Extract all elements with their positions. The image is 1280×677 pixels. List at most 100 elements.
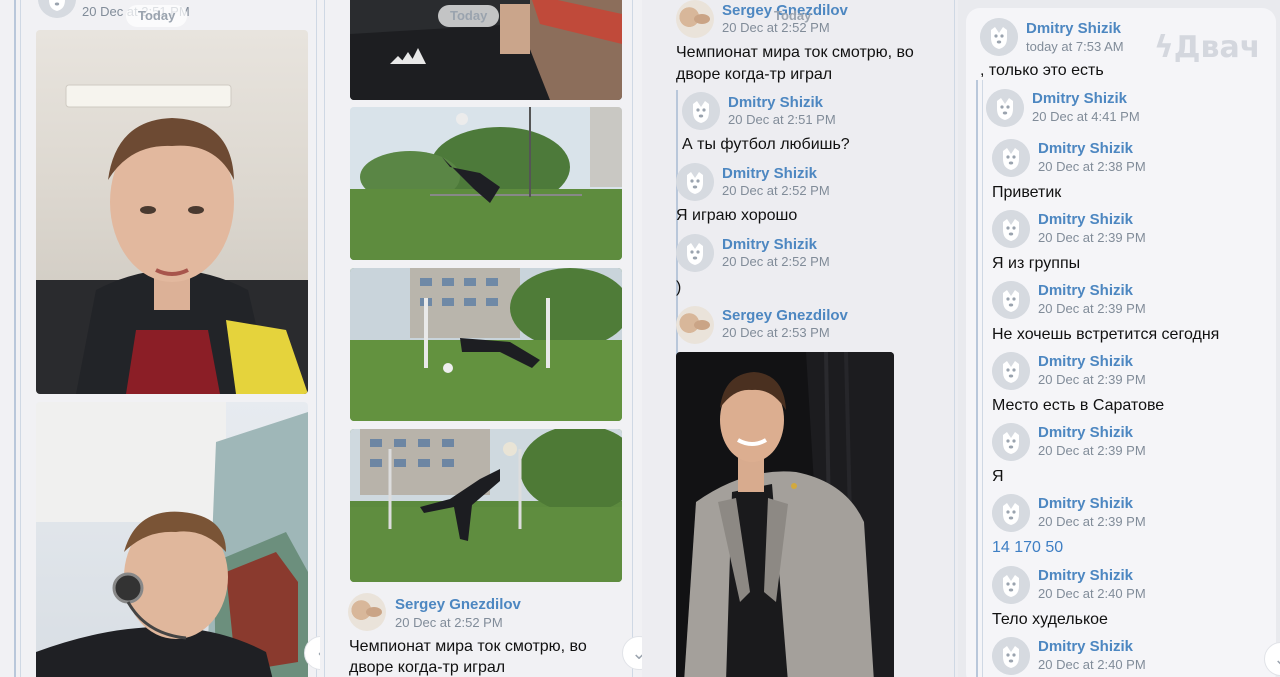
dog-avatar-icon bbox=[992, 139, 1030, 177]
chevron-down-icon: ⌄ bbox=[1273, 649, 1280, 669]
message-time: 20 Dec at 2:39 PM bbox=[1038, 301, 1146, 316]
dog-avatar-icon bbox=[992, 494, 1030, 532]
dog-avatar-icon bbox=[676, 163, 714, 201]
avatar[interactable] bbox=[980, 18, 1018, 56]
author-name[interactable]: Dmitry Shizik bbox=[728, 94, 823, 111]
dog-avatar-icon bbox=[992, 637, 1030, 675]
chevron-down-icon: ⌄ bbox=[631, 643, 642, 663]
message-time: 20 Dec at 2:40 PM bbox=[1038, 657, 1146, 672]
scroll-down-button[interactable]: ⌄ bbox=[622, 636, 642, 670]
message-text: Приветик bbox=[992, 184, 1062, 201]
avatar[interactable] bbox=[992, 210, 1030, 248]
message-text: ) bbox=[676, 279, 682, 296]
chat-panel-3: Sergey Gnezdilov Today 20 Dec at 2:52 PM… bbox=[642, 0, 958, 677]
chat-panel-2: Today Sergey Gnezdilov 20 Dec at 2:52 PM… bbox=[320, 0, 642, 677]
message-time: 20 Dec at 2:40 PM bbox=[1038, 586, 1146, 601]
watermark: ϟДвач bbox=[1154, 30, 1261, 65]
thread-line bbox=[324, 0, 325, 677]
avatar[interactable] bbox=[992, 139, 1030, 177]
author-name[interactable]: Dmitry Shizik bbox=[1038, 282, 1133, 299]
author-name[interactable]: Sergey Gnezdilov bbox=[395, 596, 521, 613]
message-text: А ты футбол любишь? bbox=[682, 136, 850, 153]
message-text: Тело худелькое bbox=[992, 611, 1108, 628]
message-text: Место есть в Саратове bbox=[992, 397, 1165, 414]
author-name[interactable]: Dmitry Shizik bbox=[722, 236, 817, 253]
thread-line bbox=[982, 80, 983, 677]
message-text: , только это есть bbox=[980, 62, 1104, 79]
avatar[interactable] bbox=[992, 423, 1030, 461]
date-pill: Today bbox=[438, 5, 500, 27]
chat-panel-4: ϟДвач Dmitry Shizik today at 7:53 AM , т… bbox=[958, 0, 1280, 677]
message-time: 20 Dec at 2:52 PM bbox=[722, 254, 830, 269]
message-text: Не хочешь встретится сегодня bbox=[992, 326, 1220, 343]
dog-avatar-icon bbox=[992, 210, 1030, 248]
message-text: дворе когда-тр играл bbox=[676, 66, 833, 83]
author-name[interactable]: Dmitry Shizik bbox=[1032, 90, 1127, 107]
dog-avatar-icon bbox=[992, 566, 1030, 604]
message-time: 20 Dec at 2:38 PM bbox=[1038, 159, 1146, 174]
avatar[interactable] bbox=[682, 92, 720, 130]
author-name[interactable]: Dmitry Shizik bbox=[1038, 567, 1133, 584]
message-time: 20 Dec at 2:52 PM bbox=[395, 615, 503, 630]
photo-attachment[interactable] bbox=[36, 402, 308, 677]
message-text: Я bbox=[992, 468, 1004, 485]
avatar[interactable] bbox=[992, 494, 1030, 532]
author-name[interactable]: Dmitry Shizik bbox=[1038, 353, 1133, 370]
message-text: Чемпионат мира ток смотрю, во bbox=[676, 44, 914, 61]
photo-attachment[interactable] bbox=[676, 352, 894, 677]
dog-avatar-icon bbox=[980, 18, 1018, 56]
avatar[interactable] bbox=[676, 306, 714, 344]
message-time: 20 Dec at 2:39 PM bbox=[1038, 514, 1146, 529]
message-time: 20 Dec at 2:51 PM bbox=[728, 112, 836, 127]
message-time: 20 Dec at 2:39 PM bbox=[1038, 372, 1146, 387]
message-text: Я из группы bbox=[992, 255, 1081, 272]
author-name[interactable]: Dmitry Shizik bbox=[1038, 638, 1133, 655]
message-time: 20 Dec at 2:39 PM bbox=[1038, 230, 1146, 245]
message-text: Чемпионат мира ток смотрю, во bbox=[349, 638, 587, 655]
message-text: дворе когда-тр играл bbox=[349, 659, 506, 676]
author-name[interactable]: Dmitry Shizik bbox=[722, 165, 817, 182]
photo-attachment[interactable] bbox=[36, 30, 308, 394]
message-text: 14 170 50 bbox=[992, 539, 1064, 556]
football-kick-image bbox=[350, 107, 622, 260]
dog-avatar-icon bbox=[986, 89, 1024, 127]
author-name[interactable]: Dmitry Shizik bbox=[1026, 20, 1121, 37]
avatar[interactable] bbox=[986, 89, 1024, 127]
thread-line bbox=[14, 0, 16, 677]
message-time: 20 Dec at 2:52 PM bbox=[722, 183, 830, 198]
photo-attachment[interactable] bbox=[350, 107, 622, 260]
dog-avatar-icon bbox=[992, 281, 1030, 319]
message-time: 20 Dec at 4:41 PM bbox=[1032, 109, 1140, 124]
selfie-image bbox=[36, 84, 308, 394]
selfie-headset-image bbox=[36, 402, 308, 677]
thread-line bbox=[316, 0, 317, 677]
football-save-image bbox=[350, 429, 622, 582]
avatar[interactable] bbox=[992, 352, 1030, 390]
avatar[interactable] bbox=[676, 163, 714, 201]
message-time: today at 7:53 AM bbox=[1026, 39, 1124, 54]
avatar[interactable] bbox=[348, 593, 386, 631]
thread-line bbox=[632, 0, 633, 677]
thread-line bbox=[976, 80, 978, 677]
lightning-icon: ϟ bbox=[1154, 30, 1174, 65]
avatar[interactable] bbox=[676, 234, 714, 272]
message-time: 20 Dec at 2:52 PM bbox=[722, 20, 830, 35]
photo-attachment[interactable] bbox=[350, 268, 622, 421]
dog-avatar-icon bbox=[992, 423, 1030, 461]
thread-line bbox=[954, 0, 955, 677]
avatar[interactable] bbox=[992, 637, 1030, 675]
author-name[interactable]: Dmitry Shizik bbox=[1038, 211, 1133, 228]
avatar[interactable] bbox=[992, 566, 1030, 604]
avatar[interactable] bbox=[992, 281, 1030, 319]
photo-attachment[interactable] bbox=[350, 429, 622, 582]
author-name[interactable]: Dmitry Shizik bbox=[1038, 140, 1133, 157]
author-name[interactable]: Dmitry Shizik bbox=[1038, 424, 1133, 441]
dog-avatar-icon bbox=[992, 352, 1030, 390]
portrait-image bbox=[684, 352, 894, 677]
author-name[interactable]: Sergey Gnezdilov bbox=[722, 307, 848, 324]
avatar[interactable] bbox=[38, 0, 76, 18]
football-dive-image bbox=[350, 268, 622, 421]
avatar[interactable] bbox=[676, 0, 714, 38]
message-text: Я играю хорошо bbox=[676, 207, 798, 224]
author-name[interactable]: Dmitry Shizik bbox=[1038, 495, 1133, 512]
